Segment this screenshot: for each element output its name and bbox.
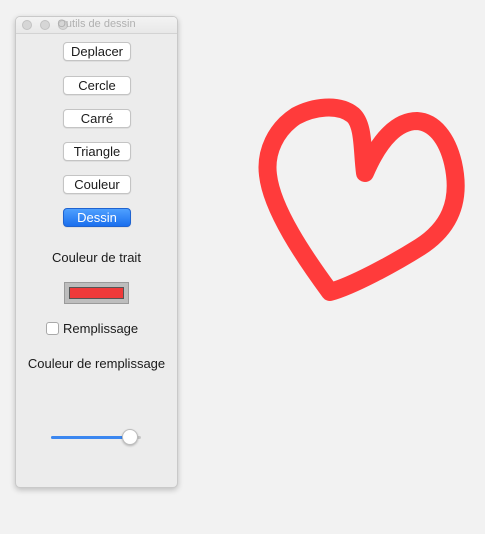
window-title: Outils de dessin (57, 18, 136, 30)
stroke-width-slider[interactable] (51, 429, 141, 445)
fill-checkbox-label: Remplissage (63, 320, 139, 336)
slider-knob[interactable] (122, 429, 139, 445)
tool-button-deplacer[interactable]: Deplacer (63, 42, 131, 61)
tool-button-triangle[interactable]: Triangle (63, 142, 131, 161)
tool-button-dessin[interactable]: Dessin (63, 208, 131, 227)
stroke-color-label: Couleur de trait (52, 250, 141, 265)
slider-fill (51, 436, 131, 439)
fill-checkbox-row[interactable]: Remplissage (46, 320, 138, 336)
tools-palette-window: Outils de dessin Deplacer Cercle Carré T… (15, 16, 178, 488)
tool-button-couleur[interactable]: Couleur (63, 175, 131, 194)
fill-checkbox[interactable] (46, 321, 59, 335)
drawn-heart-stroke (258, 98, 465, 301)
tool-button-carre[interactable]: Carré (63, 109, 131, 128)
title-bar[interactable]: Outils de dessin (16, 17, 177, 34)
fill-color-label: Couleur de remplissage (27, 356, 166, 371)
stroke-color-well[interactable] (64, 282, 129, 304)
stroke-color-swatch (69, 287, 124, 299)
tool-button-cercle[interactable]: Cercle (63, 76, 131, 95)
